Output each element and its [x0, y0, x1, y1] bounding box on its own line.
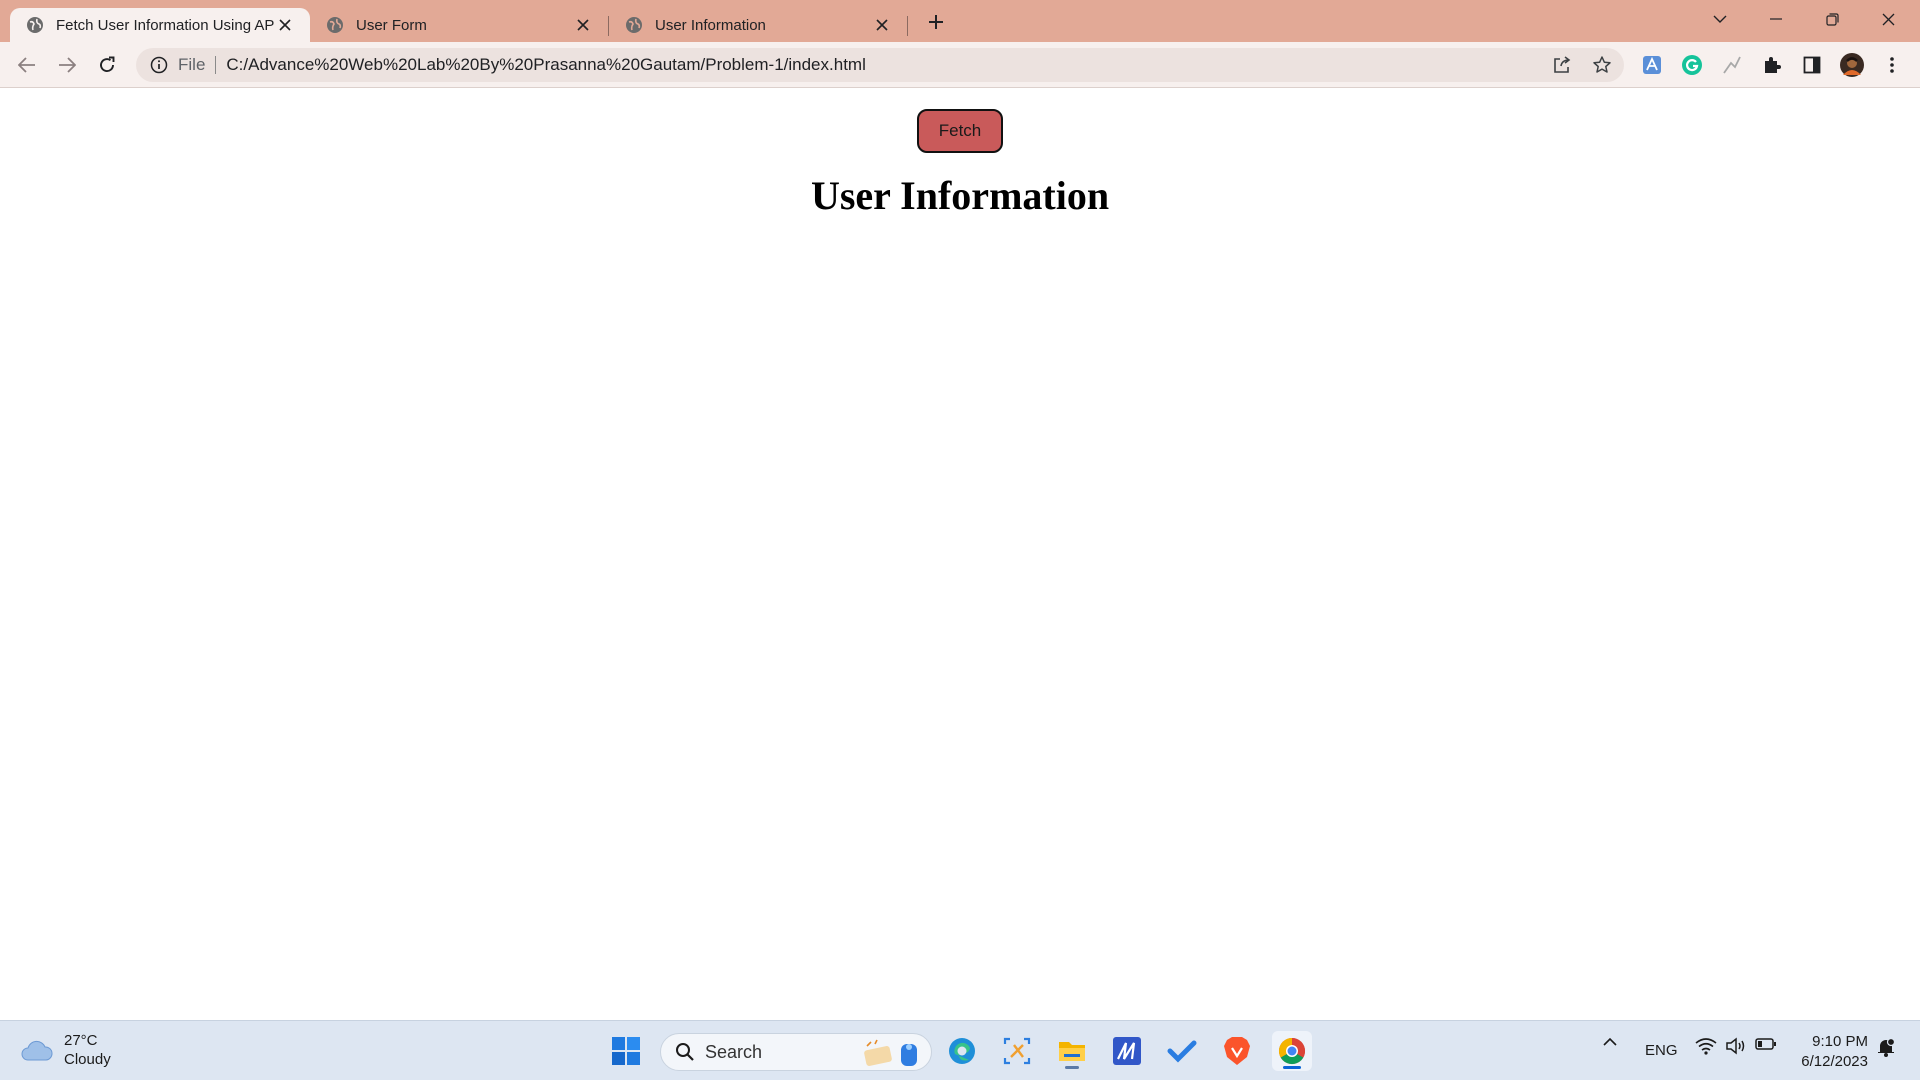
edge-icon[interactable] [942, 1031, 982, 1071]
extension-translate-icon[interactable] [1640, 53, 1664, 77]
search-icon [676, 1043, 694, 1061]
restore-button[interactable] [1804, 0, 1860, 38]
file-explorer-icon[interactable] [1052, 1031, 1092, 1071]
reload-icon [100, 56, 115, 72]
search-highlight-icon [864, 1039, 917, 1066]
info-icon[interactable] [148, 54, 170, 76]
brave-icon[interactable] [1217, 1031, 1257, 1071]
omnibox-divider [215, 56, 217, 74]
extension-pen-icon[interactable] [1720, 53, 1744, 77]
show-hidden-icons-button[interactable] [1600, 1037, 1620, 1046]
new-tab-button[interactable] [922, 8, 950, 36]
weather-temperature: 27°C [64, 1032, 98, 1049]
volume-icon[interactable] [1724, 1037, 1748, 1055]
menu-kebab-icon[interactable] [1880, 53, 1904, 77]
chevron-up-icon [1603, 1037, 1617, 1046]
grammarly-icon[interactable] [1680, 53, 1704, 77]
taskbar-search[interactable]: Search [660, 1033, 932, 1071]
restore-icon [1825, 12, 1839, 26]
page-title: User Information [810, 173, 1110, 218]
battery-icon[interactable] [1754, 1037, 1778, 1051]
url-text[interactable]: C:/Advance%20Web%20Lab%20By%20Prasanna%2… [226, 55, 865, 75]
globe-icon [27, 17, 43, 33]
taskbar: 27°C Cloudy Search ENG 9:10 PM 6/12/2023 [0, 1020, 1920, 1080]
tab-fetch-user-information[interactable]: Fetch User Information Using API [10, 8, 310, 42]
puzzle-icon[interactable] [1760, 53, 1784, 77]
address-bar[interactable]: File C:/Advance%20Web%20Lab%20By%20Prasa… [136, 48, 1624, 82]
close-window-button[interactable] [1860, 0, 1916, 38]
tab-search-button[interactable] [1692, 0, 1748, 38]
tab-label: User Form [356, 16, 427, 34]
page-content: Fetch User Information [0, 88, 1920, 1020]
todo-icon[interactable] [1162, 1031, 1202, 1071]
chevron-down-icon [1713, 15, 1727, 23]
running-indicator [1065, 1066, 1079, 1069]
share-icon[interactable] [1550, 53, 1574, 77]
back-button[interactable] [11, 49, 43, 81]
scheme-label: File [178, 55, 206, 74]
clock[interactable]: 9:10 PM 6/12/2023 [1780, 1032, 1868, 1072]
plus-icon [929, 15, 943, 29]
tab-label: Fetch User Information Using API [56, 16, 274, 34]
arrow-right-icon [59, 57, 76, 73]
arrow-left-icon [18, 57, 35, 73]
star-icon[interactable] [1590, 53, 1614, 77]
tab-user-form[interactable]: User Form [310, 8, 608, 42]
weather-condition: Cloudy [64, 1051, 111, 1068]
chrome-icon[interactable] [1272, 1031, 1312, 1071]
windows-logo-icon [612, 1037, 640, 1065]
globe-icon [626, 17, 642, 33]
clock-time: 9:10 PM [1812, 1033, 1868, 1050]
minimize-icon [1770, 18, 1782, 20]
clock-date: 6/12/2023 [1801, 1053, 1868, 1070]
weather-widget[interactable]: 27°C Cloudy [20, 1031, 111, 1069]
search-label: Search [705, 1041, 763, 1062]
close-icon[interactable] [572, 14, 594, 36]
globe-icon [327, 17, 343, 33]
browser-titlebar: Fetch User Information Using API User Fo… [0, 0, 1920, 42]
start-button[interactable] [606, 1031, 646, 1071]
reload-button[interactable] [91, 49, 123, 81]
browser-toolbar: File C:/Advance%20Web%20Lab%20By%20Prasa… [0, 42, 1920, 88]
input-language[interactable]: ENG [1645, 1042, 1678, 1059]
forward-button[interactable] [51, 49, 83, 81]
snipping-tool-icon[interactable] [997, 1031, 1037, 1071]
wifi-icon[interactable] [1694, 1037, 1718, 1055]
tab-label: User Information [655, 16, 766, 34]
cloud-icon [21, 1040, 53, 1061]
running-indicator [1283, 1066, 1301, 1069]
fetch-button[interactable]: Fetch [917, 109, 1003, 153]
code-editor-icon[interactable] [1107, 1031, 1147, 1071]
close-icon[interactable] [274, 14, 296, 36]
avatar[interactable] [1840, 53, 1864, 77]
close-icon[interactable] [871, 14, 893, 36]
close-icon [1882, 13, 1894, 25]
tab-user-information[interactable]: User Information [609, 8, 907, 42]
minimize-button[interactable] [1748, 0, 1804, 38]
side-panel-icon[interactable] [1800, 53, 1824, 77]
tab-divider [907, 16, 908, 36]
notification-bell-icon[interactable] [1874, 1037, 1898, 1057]
